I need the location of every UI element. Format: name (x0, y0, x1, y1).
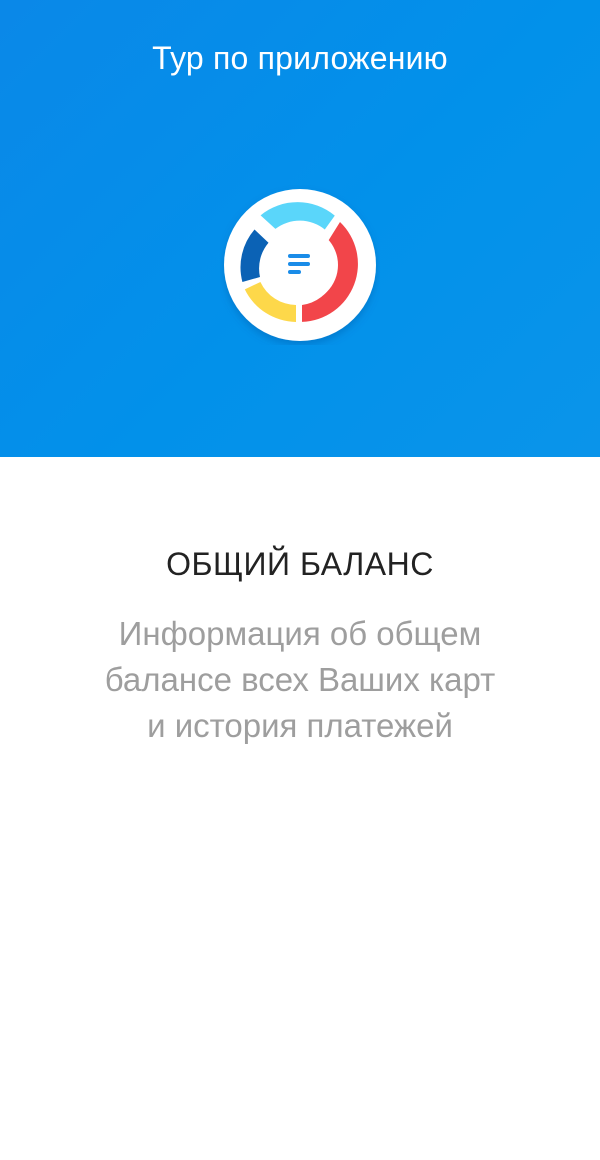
slide-title: ОБЩИЙ БАЛАНС (166, 546, 434, 582)
logo-center-line (288, 254, 310, 258)
slide-content: ОБЩИЙ БАЛАНС Информация об общем балансе… (0, 457, 600, 1160)
hero-banner: Тур по приложению (0, 0, 600, 457)
logo-center-line (288, 270, 301, 274)
logo-center-line (288, 262, 310, 266)
description-line: балансе всех Ваших карт (104, 661, 496, 698)
balance-donut-icon (224, 189, 376, 341)
app-tour-screen: Тур по приложению ОБЩИЙ БАЛАНС Информаци… (0, 0, 600, 1160)
page-title: Тур по приложению (152, 40, 448, 76)
slide-description: Информация об общем балансе всех Ваших к… (60, 611, 540, 749)
description-line: и история платежей (147, 707, 453, 744)
app-logo (220, 185, 380, 345)
description-line: Информация об общем (118, 615, 482, 652)
